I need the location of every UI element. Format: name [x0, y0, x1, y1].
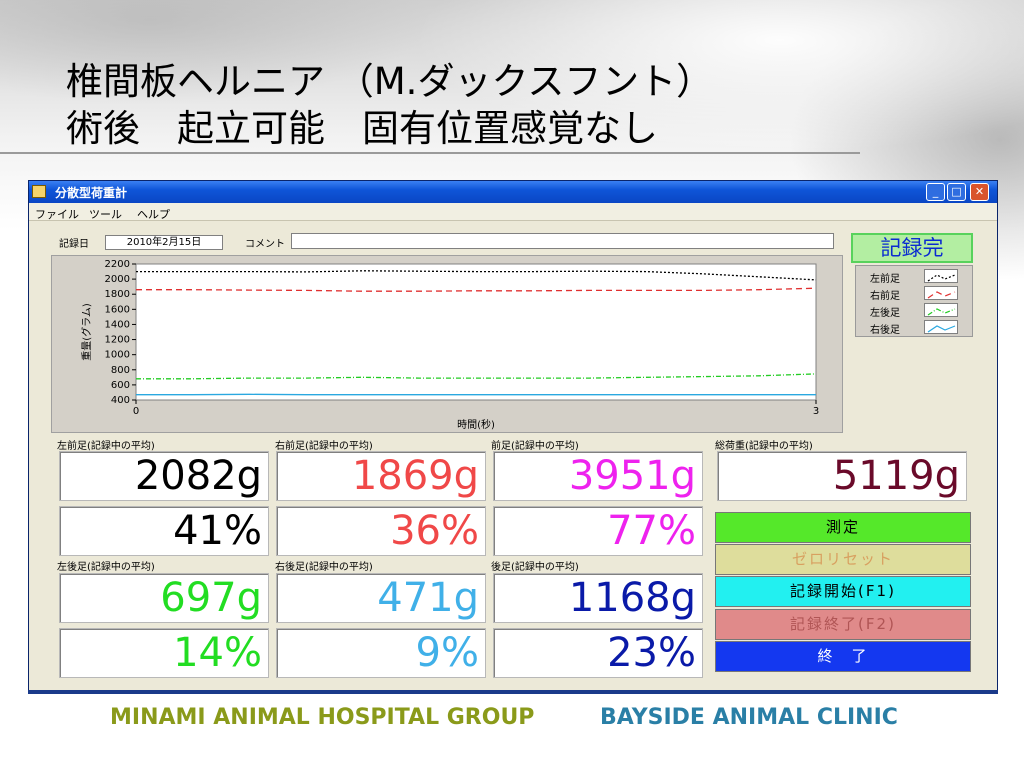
legend-item-rh: 右後足: [856, 319, 974, 336]
y-axis-label: 重量(グラム): [80, 303, 93, 361]
menu-help[interactable]: ヘルプ: [137, 206, 170, 222]
zero-reset-button[interactable]: ゼロリセット: [715, 544, 971, 575]
comment-input[interactable]: [291, 233, 834, 249]
y-tick-label: 2200: [105, 259, 130, 270]
y-tick-label: 800: [111, 365, 130, 376]
hind-weight-readout: 1168g: [493, 573, 703, 623]
title-divider: [0, 152, 860, 154]
record-end-button[interactable]: 記録終了(F2): [715, 609, 971, 640]
y-tick-label: 1600: [105, 304, 130, 315]
y-tick-label: 1200: [105, 335, 130, 346]
app-window: 分散型荷重計 _ □ ✕ ファイル ツール ヘルプ 記録日 2010年2月15日…: [28, 180, 998, 692]
rh-percent-readout: 9%: [276, 628, 486, 678]
rh-avg-label: 右後足(記録中の平均): [275, 562, 373, 573]
lh-weight-readout: 697g: [59, 573, 269, 623]
weight-chart-svg: 2200 2000 1800 1600 1400 1200 1000 800 600 4000 3 時…: [80, 259, 819, 431]
y-tick-label: 600: [111, 380, 130, 391]
app-icon: [32, 185, 46, 198]
legend-label-lf: 左前足: [870, 274, 900, 285]
x-tick-label: 0: [133, 406, 139, 417]
legend-label-rf: 右前足: [870, 291, 900, 302]
front-avg-label: 前足(記録中の平均): [491, 441, 579, 452]
chart-legend: 左前足 右前足 左後足 右後足: [855, 265, 973, 337]
total-avg-label: 総荷重(記録中の平均): [715, 441, 813, 452]
window-title: 分散型荷重計: [55, 186, 128, 200]
footer-clinic-name: BAYSIDE ANIMAL CLINIC: [600, 705, 898, 730]
y-tick-label: 1000: [105, 350, 130, 361]
menu-bar: ファイル ツール ヘルプ: [29, 203, 997, 221]
lh-percent-readout: 14%: [59, 628, 269, 678]
weight-chart: 2200 2000 1800 1600 1400 1200 1000 800 600 400 0 3 時…: [51, 255, 843, 433]
lf-percent-readout: 41%: [59, 506, 269, 556]
y-tick-label: 2000: [105, 274, 130, 285]
record-start-button[interactable]: 記録開始(F1): [715, 576, 971, 607]
legend-swatch-rf: [924, 286, 958, 300]
rf-avg-label: 右前足(記録中の平均): [275, 441, 373, 452]
record-date-field[interactable]: 2010年2月15日: [105, 235, 223, 250]
lf-avg-label: 左前足(記録中の平均): [57, 441, 155, 452]
y-tick-label: 400: [111, 395, 130, 406]
rh-weight-readout: 471g: [276, 573, 486, 623]
x-tick-label: 3: [813, 406, 819, 417]
menu-file[interactable]: ファイル: [35, 206, 79, 222]
x-axis-label: 時間(秒): [457, 418, 495, 431]
menu-tools[interactable]: ツール: [89, 206, 122, 222]
legend-swatch-lh: [924, 303, 958, 317]
y-tick-label: 1400: [105, 319, 130, 330]
minimize-icon[interactable]: _: [926, 183, 945, 201]
front-weight-readout: 3951g: [493, 451, 703, 501]
record-date-label: 記録日: [59, 239, 89, 250]
lf-weight-readout: 2082g: [59, 451, 269, 501]
rf-percent-readout: 36%: [276, 506, 486, 556]
exit-button[interactable]: 終 了: [715, 641, 971, 672]
slide-title-line-2: 術後 起立可能 固有位置感覚なし: [66, 107, 658, 150]
footer-divider: [28, 690, 998, 694]
hind-avg-label: 後足(記録中の平均): [491, 562, 579, 573]
front-percent-readout: 77%: [493, 506, 703, 556]
y-tick-label: 1800: [105, 289, 130, 300]
record-status-indicator: 記録完: [851, 233, 973, 263]
legend-swatch-lf: [924, 269, 958, 283]
rf-weight-readout: 1869g: [276, 451, 486, 501]
measure-button[interactable]: 測定: [715, 512, 971, 543]
comment-label: コメント: [245, 239, 285, 250]
slide-title-line-1: 椎間板ヘルニア （M.ダックスフント）: [66, 60, 714, 103]
maximize-icon[interactable]: □: [947, 183, 966, 201]
legend-label-lh: 左後足: [870, 308, 900, 319]
legend-item-lh: 左後足: [856, 302, 974, 319]
legend-label-rh: 右後足: [870, 325, 900, 336]
hind-percent-readout: 23%: [493, 628, 703, 678]
close-icon[interactable]: ✕: [970, 183, 989, 201]
total-weight-readout: 5119g: [717, 451, 967, 501]
slide-title: 椎間板ヘルニア （M.ダックスフント） 術後 起立可能 固有位置感覚なし: [66, 58, 713, 152]
window-titlebar[interactable]: 分散型荷重計 _ □ ✕: [29, 181, 997, 203]
legend-item-lf: 左前足: [856, 268, 974, 285]
legend-item-rf: 右前足: [856, 285, 974, 302]
legend-swatch-rh: [924, 320, 958, 334]
lh-avg-label: 左後足(記録中の平均): [57, 562, 155, 573]
footer-group-name: MINAMI ANIMAL HOSPITAL GROUP: [110, 705, 535, 730]
plot-area: [135, 263, 817, 401]
